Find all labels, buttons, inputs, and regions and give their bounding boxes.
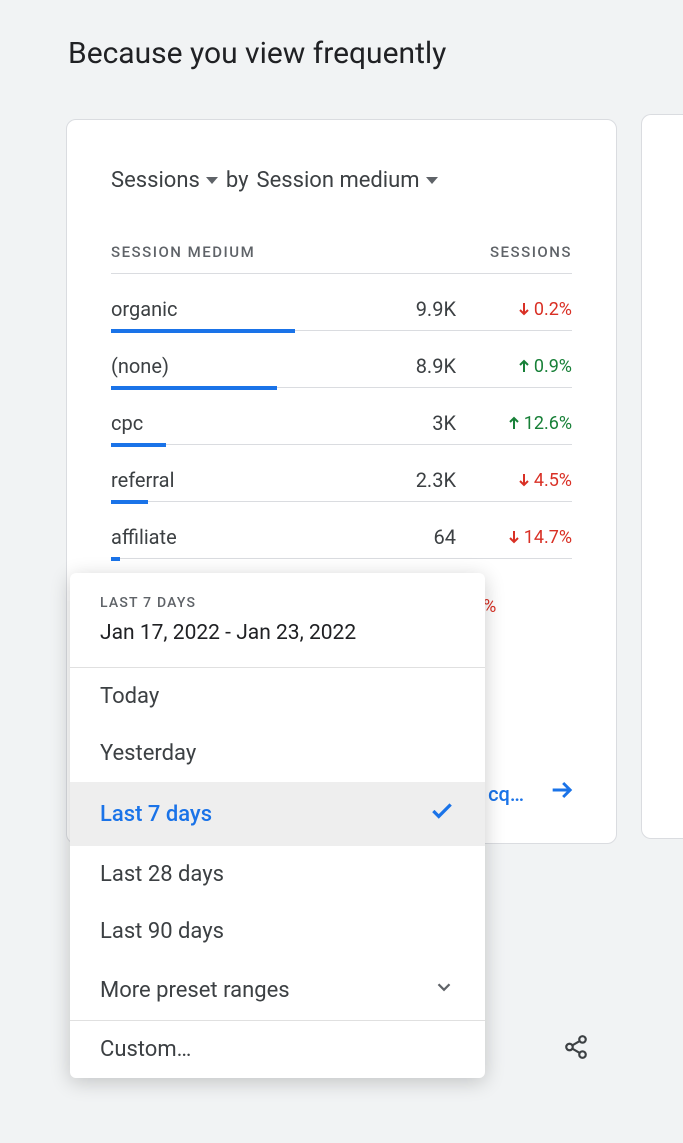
link-text: cq… (488, 782, 524, 806)
bar-indicator (111, 557, 120, 561)
table-row[interactable]: referral 2.3K 4.5% (111, 445, 572, 502)
row-delta: 12.6% (476, 413, 572, 434)
row-delta: 0.2% (476, 299, 572, 320)
table-column-headers: SESSION MEDIUM SESSIONS (111, 243, 572, 274)
arrow-down-icon (518, 473, 530, 487)
row-delta: 4.5% (476, 470, 572, 491)
adjacent-card-sliver (641, 114, 683, 839)
row-value: 9.9K (396, 297, 456, 321)
arrow-down-icon (508, 530, 520, 544)
row-label: cpc (111, 411, 143, 435)
metric-label: Sessions (111, 168, 200, 193)
date-range-option[interactable]: Last 28 days (70, 846, 485, 903)
chevron-down-icon (433, 976, 455, 1004)
table-row[interactable]: cpc 3K 12.6% (111, 388, 572, 445)
row-delta: 14.7% (476, 527, 572, 548)
by-label: by (226, 168, 249, 193)
row-value: 64 (396, 525, 456, 549)
date-range-option[interactable]: Custom… (70, 1021, 485, 1078)
arrow-down-icon (518, 302, 530, 316)
date-range-option[interactable]: Yesterday (70, 725, 485, 782)
option-label: Last 90 days (100, 919, 224, 944)
card-header: Sessions by Session medium (111, 168, 572, 193)
caret-down-icon (426, 177, 438, 184)
arrow-right-icon (548, 776, 576, 811)
row-value: 2.3K (396, 468, 456, 492)
check-icon (429, 798, 455, 830)
row-delta: 0.9% (476, 356, 572, 377)
date-range-option[interactable]: Today (70, 668, 485, 725)
row-label: organic (111, 297, 177, 321)
option-label: Today (100, 684, 159, 709)
date-range-option[interactable]: More preset ranges (70, 960, 485, 1020)
arrow-up-icon (518, 359, 530, 373)
metric-dropdown[interactable]: Sessions (111, 168, 218, 193)
date-range-option[interactable]: Last 90 days (70, 903, 485, 960)
option-label: Last 28 days (100, 862, 224, 887)
table-row[interactable]: (none) 8.9K 0.9% (111, 331, 572, 388)
arrow-up-icon (508, 416, 520, 430)
option-label: Custom… (100, 1037, 191, 1062)
option-label: More preset ranges (100, 978, 290, 1003)
date-range-options: Today Yesterday Last 7 days Last 28 days Las… (70, 668, 485, 1078)
view-report-link[interactable]: cq… (488, 776, 576, 811)
row-value: 3K (396, 411, 456, 435)
section-heading: Because you view frequently (0, 0, 683, 71)
column-header-metric: SESSIONS (490, 243, 572, 261)
date-range-popover: LAST 7 DAYS Jan 17, 2022 - Jan 23, 2022 … (70, 573, 485, 1078)
row-value: 8.9K (396, 354, 456, 378)
share-icon[interactable] (563, 1034, 589, 1064)
date-range-option[interactable]: Last 7 days (70, 782, 485, 846)
table-body: organic 9.9K 0.2% (none) 8.9K 0.9% cpc 3K 12.6% r… (111, 274, 572, 559)
option-label: Last 7 days (100, 802, 212, 827)
column-header-dimension: SESSION MEDIUM (111, 243, 255, 261)
caret-down-icon (206, 177, 218, 184)
row-label: affiliate (111, 525, 177, 549)
date-range-subtitle: LAST 7 DAYS (100, 595, 455, 611)
dimension-label: Session medium (257, 168, 420, 193)
option-label: Yesterday (100, 741, 196, 766)
dimension-dropdown[interactable]: Session medium (257, 168, 438, 193)
table-row[interactable]: organic 9.9K 0.2% (111, 274, 572, 331)
date-range-header: LAST 7 DAYS Jan 17, 2022 - Jan 23, 2022 (70, 573, 485, 668)
date-range-value: Jan 17, 2022 - Jan 23, 2022 (100, 621, 455, 645)
row-label: (none) (111, 354, 169, 378)
row-label: referral (111, 468, 174, 492)
table-row[interactable]: affiliate 64 14.7% (111, 502, 572, 559)
